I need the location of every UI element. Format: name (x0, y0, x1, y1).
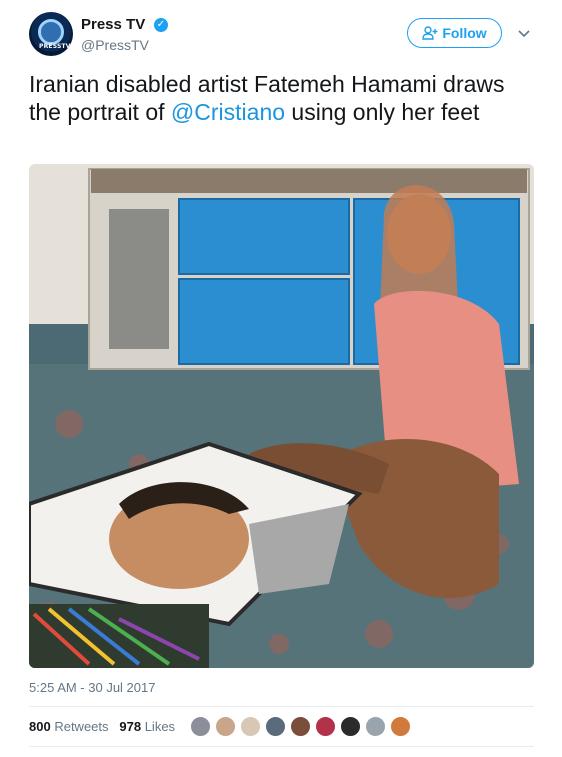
liker-avatars (190, 716, 411, 738)
tweet-stats: 800 Retweets 978 Likes (29, 719, 175, 734)
account-handle[interactable]: @PressTV (81, 37, 149, 53)
retweets-count[interactable]: 800 (29, 719, 51, 734)
liker-avatar[interactable] (290, 716, 311, 737)
avatar[interactable]: PRESSTV (29, 12, 73, 56)
photo-illustration (29, 164, 534, 668)
liker-avatar[interactable] (190, 716, 211, 737)
liker-avatar[interactable] (390, 716, 411, 737)
verified-badge-icon: ✓ (154, 18, 168, 32)
retweets-label[interactable]: Retweets (54, 719, 108, 734)
follow-label: Follow (442, 25, 487, 41)
likes-label[interactable]: Likes (145, 719, 175, 734)
avatar-label: PRESSTV (39, 43, 71, 50)
liker-avatar[interactable] (315, 716, 336, 737)
likes-count[interactable]: 978 (119, 719, 141, 734)
divider (29, 746, 534, 747)
tweet-text: Iranian disabled artist Fatemeh Hamami d… (29, 70, 534, 126)
account-name[interactable]: Press TV (81, 16, 145, 33)
follow-button[interactable]: Follow (407, 18, 502, 48)
mention-link[interactable]: @Cristiano (171, 99, 285, 125)
tweet-header: PRESSTV Press TV ✓ @PressTV Follow (29, 12, 534, 58)
liker-avatar[interactable] (365, 716, 386, 737)
divider (29, 706, 534, 707)
tweet-text-part: using only her feet (285, 99, 480, 125)
liker-avatar[interactable] (265, 716, 286, 737)
liker-avatar[interactable] (240, 716, 261, 737)
tweet-photo[interactable] (29, 164, 534, 668)
chevron-down-icon[interactable] (517, 26, 531, 40)
liker-avatar[interactable] (340, 716, 361, 737)
timestamp[interactable]: 5:25 AM - 30 Jul 2017 (29, 680, 155, 695)
add-user-icon (422, 26, 438, 40)
logo-ring (38, 19, 64, 45)
liker-avatar[interactable] (215, 716, 236, 737)
